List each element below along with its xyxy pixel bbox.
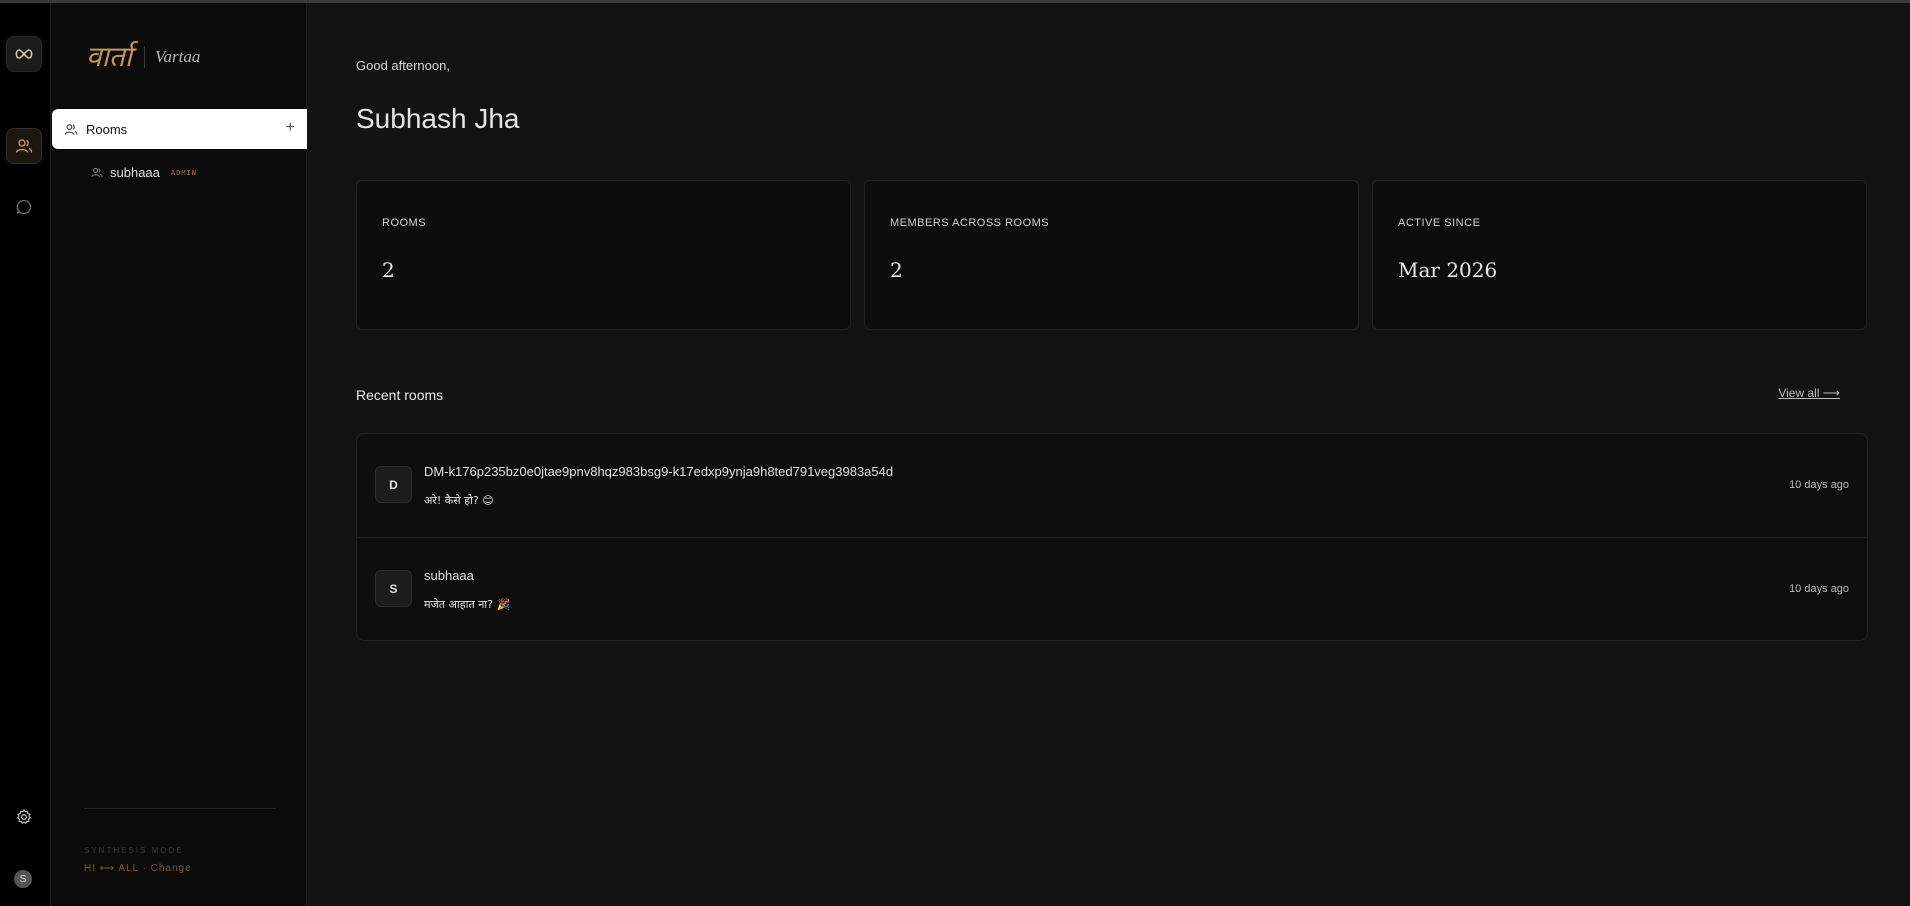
recent-rooms-list: D DM-k176p235bz0e0jtae9pnv8hqz983bsg9-k1… (356, 433, 1868, 641)
brand-devanagari: वार्ता (86, 40, 133, 73)
room-timestamp: 10 days ago (1789, 479, 1849, 491)
add-room-button[interactable]: + (286, 119, 295, 137)
sidebar-item-rooms[interactable]: Rooms + (52, 109, 307, 149)
list-item[interactable]: D DM-k176p235bz0e0jtae9pnv8hqz983bsg9-k1… (357, 434, 1867, 537)
app-logo-button[interactable] (6, 36, 42, 72)
icon-rail: S (0, 3, 51, 906)
users-icon (64, 123, 78, 135)
rail-chat-button[interactable] (6, 189, 42, 225)
main-content: Good afternoon, Subhash Jha ROOMS 2 MEMB… (307, 3, 1910, 906)
recent-rooms-heading: Recent rooms (356, 387, 444, 403)
synthesis-mode-label: SYNTHESIS MODE (84, 846, 184, 855)
stat-label: MEMBERS ACROSS ROOMS (890, 217, 1050, 229)
brand-separator (144, 46, 146, 68)
admin-badge: ADMIN (170, 168, 197, 177)
list-item[interactable]: S subhaaa मजेत आहात ना? 🎉 10 days ago (357, 537, 1867, 640)
brand-logo: वार्ता Vartaa (86, 43, 200, 71)
user-avatar[interactable]: S (14, 870, 32, 888)
stat-label: ACTIVE SINCE (1398, 217, 1481, 229)
users-icon (91, 168, 103, 177)
sidebar: वार्ता Vartaa Rooms + subhaaa ADMIN SYNT… (51, 3, 307, 906)
page-title: Subhash Jha (356, 103, 520, 134)
room-last-message: अरे! कैसे हो? 😊 (424, 494, 494, 507)
room-name: subhaaa (110, 165, 160, 180)
room-timestamp: 10 days ago (1789, 583, 1849, 595)
stat-value: 2 (382, 258, 395, 282)
rail-settings-button[interactable] (6, 799, 42, 835)
room-last-message: मजेत आहात ना? 🎉 (424, 598, 511, 611)
greeting: Good afternoon, (356, 58, 450, 73)
stat-value: 2 (890, 258, 903, 282)
sidebar-room-subhaaa[interactable]: subhaaa ADMIN (91, 165, 197, 180)
room-name: subhaaa (424, 568, 474, 583)
gear-icon (16, 809, 32, 824)
room-avatar: D (375, 466, 412, 503)
brand-latin: Vartaa (155, 47, 201, 66)
view-all-link[interactable]: View all ⟶ (1778, 386, 1840, 400)
stat-card-members: MEMBERS ACROSS ROOMS 2 (864, 180, 1359, 330)
synthesis-mode-change-link[interactable]: HI ⟷ ALL · Change (84, 863, 192, 874)
stat-label: ROOMS (382, 217, 427, 229)
infinity-icon (15, 49, 33, 59)
room-avatar: S (375, 570, 412, 607)
stat-card-rooms: ROOMS 2 (356, 180, 851, 330)
room-name: DM-k176p235bz0e0jtae9pnv8hqz983bsg9-k17e… (424, 464, 894, 479)
stat-card-active-since: ACTIVE SINCE Mar 2026 (1372, 180, 1867, 330)
rail-rooms-button[interactable] (6, 128, 42, 164)
sidebar-item-label: Rooms (86, 121, 128, 137)
users-icon (15, 139, 33, 153)
sidebar-divider (84, 808, 276, 809)
chat-bubble-icon (16, 199, 32, 215)
stat-value: Mar 2026 (1398, 258, 1498, 282)
